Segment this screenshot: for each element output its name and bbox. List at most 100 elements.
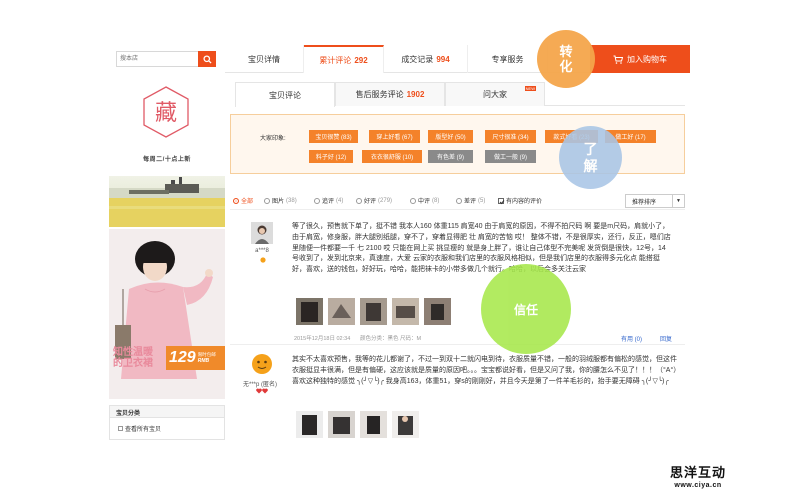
radio-icon [264,197,270,204]
review-photos [296,411,419,438]
review-subtabs: 宝贝评论 售后服务评论 1902 问大家 NEW [235,82,685,107]
filter-append[interactable]: 追评 (4) [314,196,343,205]
filter-all-label: 全部 [241,199,254,205]
filter-append-count: (4) [336,197,344,204]
tab-detail[interactable]: 宝贝详情 [225,45,304,73]
filter-image-count: (38) [286,197,297,204]
user-avatar[interactable] [251,353,273,375]
bubble-trust-label: 信任 [513,302,538,317]
bubble-transform-label: 转化 [559,44,573,74]
shop-logo-hexagon: 藏 [143,86,189,138]
review-photo[interactable] [392,411,419,438]
tab-service-label: 专享服务 [491,54,524,64]
user-level-icon [260,257,266,263]
radio-icon [456,197,462,204]
useful-button[interactable]: 有用 (0) [621,334,642,343]
filter-mid-label: 中评 [418,199,431,205]
tab-service[interactable]: 专享服务 [468,45,548,73]
category-item-all[interactable]: 查看所有宝贝 [118,424,161,433]
promo-title: 知性温暖 [113,347,153,358]
reply-button[interactable]: 回复 [660,334,672,343]
radio-icon [233,197,239,204]
user-level-icon [256,388,268,394]
subtab-ask-label: 问大家 [483,90,507,99]
subtab-ask[interactable]: 问大家 NEW [445,82,545,106]
review-photo[interactable] [424,298,451,325]
impression-tag[interactable]: 做工一般 (9) [485,150,536,163]
review-photo[interactable] [328,411,355,438]
impression-tag[interactable]: 料子好 (12) [309,150,353,163]
review-photos [296,298,451,325]
impression-tag[interactable]: 有色差 (9) [428,150,473,163]
impression-tag[interactable]: 宝贝很赞 (83) [309,130,358,143]
filter-bad[interactable]: 差评 (5) [456,196,485,205]
review-photo[interactable] [328,298,355,325]
promo-price-tag: 129 限时包邮 RMB [166,346,225,370]
review-photo[interactable] [296,411,323,438]
user-avatar[interactable] [251,222,273,244]
tab-reviews[interactable]: 累计评论 292 [304,45,384,73]
review-item: a***8 等了很久，预售就下单了，挺不错 我本人160 体重115 肩宽40 … [230,217,685,345]
watermark-url: www.ciya.cn [674,482,722,489]
review-spec: 颜色分类：黑色 尺码：M [360,336,422,342]
filter-append-label: 追评 [322,199,335,205]
review-photo[interactable] [392,298,419,325]
filter-good-count: (279) [378,197,393,204]
sort-select[interactable]: 推荐排序 ▼ [625,194,685,208]
subtab-reviews-label: 宝贝评论 [269,90,301,100]
tab-detail-label: 宝贝详情 [248,54,280,64]
review-photo[interactable] [360,411,387,438]
add-to-cart-label: 加入购物车 [627,54,667,64]
filter-good[interactable]: 好评 (279) [356,196,392,205]
impression-tag[interactable]: 衣衣很舒服 (10) [362,150,422,163]
subtab-reviews[interactable]: 宝贝评论 [235,82,335,107]
tab-reviews-count: 292 [354,55,368,65]
shop-search [116,51,216,67]
chevron-down-icon: ▼ [672,195,684,207]
subtab-aftersale-label: 售后服务评论 [355,90,404,99]
watermark: 思洋互动 www.ciya.cn [670,462,726,489]
impression-tag[interactable]: 尺寸很准 (34) [485,130,536,143]
review-text: 等了很久，预售就下单了，挺不错 我本人160 体重115 肩宽40 由于肩宽的原… [292,223,671,274]
review-photo[interactable] [360,298,387,325]
radio-icon [356,197,362,204]
checkbox-checked-icon [498,197,505,204]
review-date: 2015年12月18日 02:34 [294,336,351,342]
filter-good-label: 好评 [364,199,377,205]
bubble-understand: 了解 [559,126,622,189]
search-button[interactable] [198,51,216,67]
promo-banner[interactable]: 知性温暖 的卫衣裙 129 限时包邮 RMB [109,229,225,399]
watermark-title: 思洋互动 [670,465,727,480]
tab-sales-label: 成交记录 [401,54,434,64]
category-item-label: 查看所有宝贝 [125,427,162,433]
tab-sales[interactable]: 成交记录 994 [384,45,468,73]
search-input[interactable] [117,52,199,66]
impression-tag[interactable]: 穿上好看 (67) [369,130,420,143]
filter-mid-count: (8) [432,197,440,204]
checkbox-icon [118,426,123,431]
filter-content-only-label: 有内容的评价 [506,199,543,205]
tab-reviews-label: 累计评论 [319,55,352,65]
bubble-trust: 信任 [481,264,571,354]
cart-icon [613,55,623,64]
review-item: 无***p (匿名) 其实不太喜欢预售，我等的花儿都谢了，不过一到双十二就闪电到… [230,349,685,441]
category-panel: 宝贝分类 查看所有宝贝 [109,405,225,440]
field-photo [109,176,225,227]
impression-tag[interactable]: 版型好 (50) [428,130,473,143]
review-photo[interactable] [296,298,323,325]
shop-logo-char: 藏 [155,101,177,126]
new-badge: NEW [524,86,536,91]
promo-currency: RMB [197,358,210,364]
review-text: 其实不太喜欢预售，我等的花儿都谢了，不过一到双十二就闪电到待，衣服质量不错，一般… [292,356,681,385]
filter-image[interactable]: 图片 (38) [264,196,297,205]
filter-image-label: 图片 [272,199,285,205]
review-user-name: 无***p (匿名) [242,382,277,388]
filter-all[interactable]: 全部 [233,196,253,205]
filter-mid[interactable]: 中评 (8) [410,196,439,205]
add-to-cart-button[interactable]: 加入购物车 [590,45,690,73]
promo-subtitle: 的卫衣裙 [113,358,153,369]
radio-icon [410,197,416,204]
filter-bad-count: (5) [478,197,486,204]
filter-content-only[interactable]: 有内容的评价 [498,196,542,205]
subtab-aftersale[interactable]: 售后服务评论 1902 [335,82,445,106]
